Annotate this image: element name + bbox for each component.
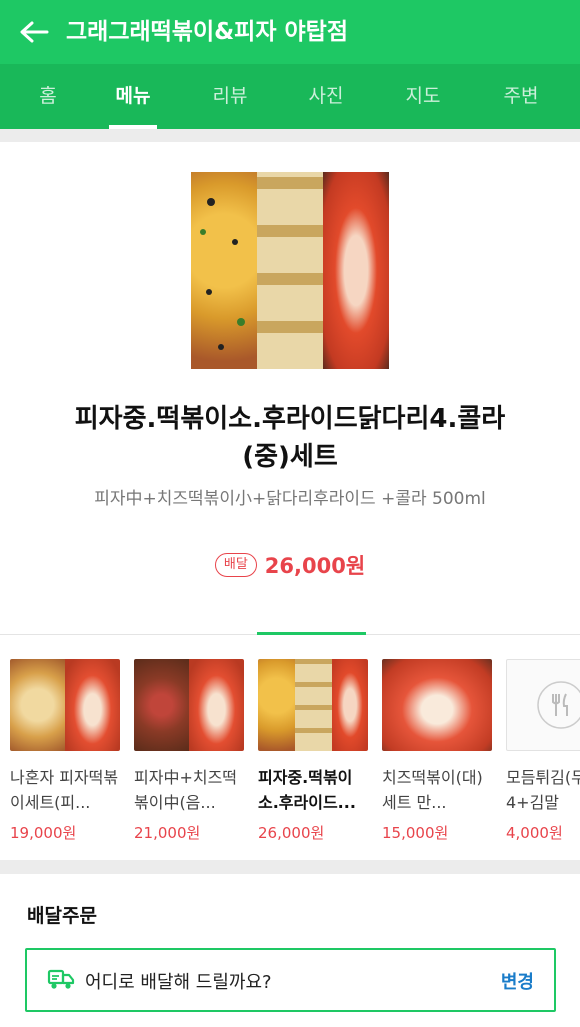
delivery-badge: 배달 (214, 553, 257, 577)
menu-image[interactable] (191, 172, 389, 369)
menu-price: 26,000원 (264, 554, 366, 578)
tab-home[interactable]: 홈 (20, 64, 76, 129)
related-price: 26,000원 (258, 824, 325, 842)
related-menu-carousel[interactable]: 나혼자 피자떡볶이세트(피... 19,000원 피자中+치즈떡볶이中(음...… (0, 634, 580, 860)
fried-chicken-image (257, 172, 323, 369)
delivery-section-title: 배달주문 (27, 905, 97, 927)
tab-photos[interactable]: 사진 (298, 64, 354, 129)
section-divider (0, 860, 580, 874)
change-address-button[interactable]: 변경 (501, 968, 534, 994)
related-card[interactable]: 모듬튀김(두4+김말 4,000원 (506, 659, 580, 843)
delivery-address-box[interactable]: 어디로 배달해 드릴까요? 변경 (25, 948, 556, 1012)
tab-bar: 홈 메뉴 리뷰 사진 지도 주변 (0, 64, 580, 129)
app-header: 그래그래떡볶이&피자 야탑점 (0, 0, 580, 64)
fork-knife-icon (537, 681, 580, 729)
tab-reviews[interactable]: 리뷰 (202, 64, 258, 129)
related-card[interactable]: 나혼자 피자떡볶이세트(피... 19,000원 (10, 659, 120, 843)
related-thumb (134, 659, 244, 751)
menu-name: 피자중.떡볶이소.후라이드닭다리4.콜라 (중)세트 (20, 400, 560, 476)
carousel-active-indicator (257, 632, 366, 635)
related-title: 나혼자 피자떡볶이세트(피... (10, 768, 119, 812)
related-title: 피자中+치즈떡볶이中(음... (134, 768, 238, 812)
page-title: 그래그래떡볶이&피자 야탑점 (66, 19, 348, 45)
related-title: 치즈떡볶이(대)세트 만... (382, 768, 483, 812)
related-price: 21,000원 (134, 824, 201, 842)
tab-nearby[interactable]: 주변 (493, 64, 549, 129)
tab-menu[interactable]: 메뉴 (105, 64, 161, 129)
delivery-truck-icon (47, 969, 75, 989)
price-row: 배달 26,000원 (0, 550, 580, 580)
back-button[interactable] (14, 12, 54, 52)
related-title: 모듬튀김(두4+김말 (506, 768, 580, 812)
related-thumb (258, 659, 368, 751)
placeholder-thumb (506, 659, 580, 751)
address-prompt: 어디로 배달해 드릴까요? (85, 972, 272, 993)
related-thumb (382, 659, 492, 751)
related-card[interactable]: 치즈떡볶이(대)세트 만... 15,000원 (382, 659, 492, 843)
menu-name-line1: 피자중.떡볶이소.후라이드닭다리4.콜라 (74, 404, 506, 434)
menu-name-line2: (중)세트 (242, 442, 338, 472)
tteokbokki-image (323, 172, 389, 369)
pizza-image (191, 172, 257, 369)
related-card[interactable]: 피자中+치즈떡볶이中(음... 21,000원 (134, 659, 244, 843)
related-price: 4,000원 (506, 824, 563, 842)
section-divider (0, 129, 580, 142)
menu-description: 피자中+치즈떡볶이小+닭다리후라이드 +콜라 500ml (94, 489, 486, 509)
tab-map[interactable]: 지도 (395, 64, 451, 129)
related-price: 19,000원 (10, 824, 77, 842)
related-price: 15,000원 (382, 824, 449, 842)
related-thumb (10, 659, 120, 751)
related-title: 피자중.떡볶이소.후라이드... (258, 768, 356, 812)
related-card-selected[interactable]: 피자중.떡볶이소.후라이드... 26,000원 (258, 659, 368, 843)
back-arrow-icon (20, 21, 49, 43)
